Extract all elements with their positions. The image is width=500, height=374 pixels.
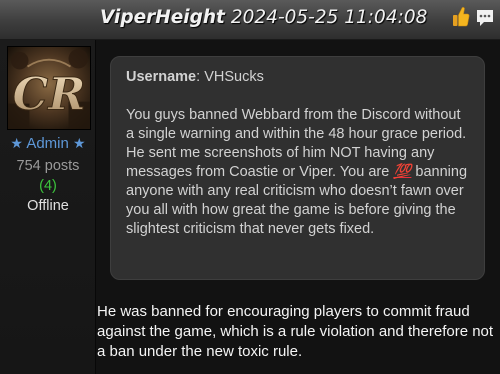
post-header: ViperHeight 2024-05-25 11:04:08 [0, 0, 500, 40]
post-actions [452, 5, 494, 31]
user-rank: ★ Admin ★ [0, 135, 96, 152]
post-count: 754 posts [16, 158, 80, 174]
online-status: Offline [27, 198, 69, 214]
user-sidebar: CR ★ Admin ★ 754 posts (4) Offline [0, 40, 96, 374]
quote-username: VHSucks [204, 69, 264, 85]
star-icon: ★ [73, 135, 86, 151]
quote-author: Username: VHSucks [126, 69, 264, 85]
quote-block: Username: VHSucks You guys banned Webbar… [110, 56, 485, 280]
avatar-monogram: CR [12, 67, 85, 120]
reputation-count: (4) [39, 178, 57, 194]
quote-username-label: Username [126, 69, 197, 85]
thumbs-up-icon[interactable] [452, 5, 470, 31]
quote-text: You guys banned Webbard from the Discord… [126, 106, 472, 239]
author-link[interactable]: ViperHeight [100, 7, 225, 28]
rank-label: Admin [26, 135, 69, 152]
post-title: ViperHeight 2024-05-25 11:04:08 [100, 7, 427, 28]
reply-text: He was banned for encouraging players to… [97, 303, 494, 360]
avatar[interactable]: CR [7, 46, 91, 130]
chat-bubble-icon[interactable] [476, 5, 494, 31]
star-icon: ★ [10, 135, 23, 151]
hundred-points-icon: 💯 [393, 164, 412, 180]
post-timestamp: 2024-05-25 11:04:08 [230, 7, 428, 28]
post-body: Username: VHSucks You guys banned Webbar… [97, 40, 500, 374]
